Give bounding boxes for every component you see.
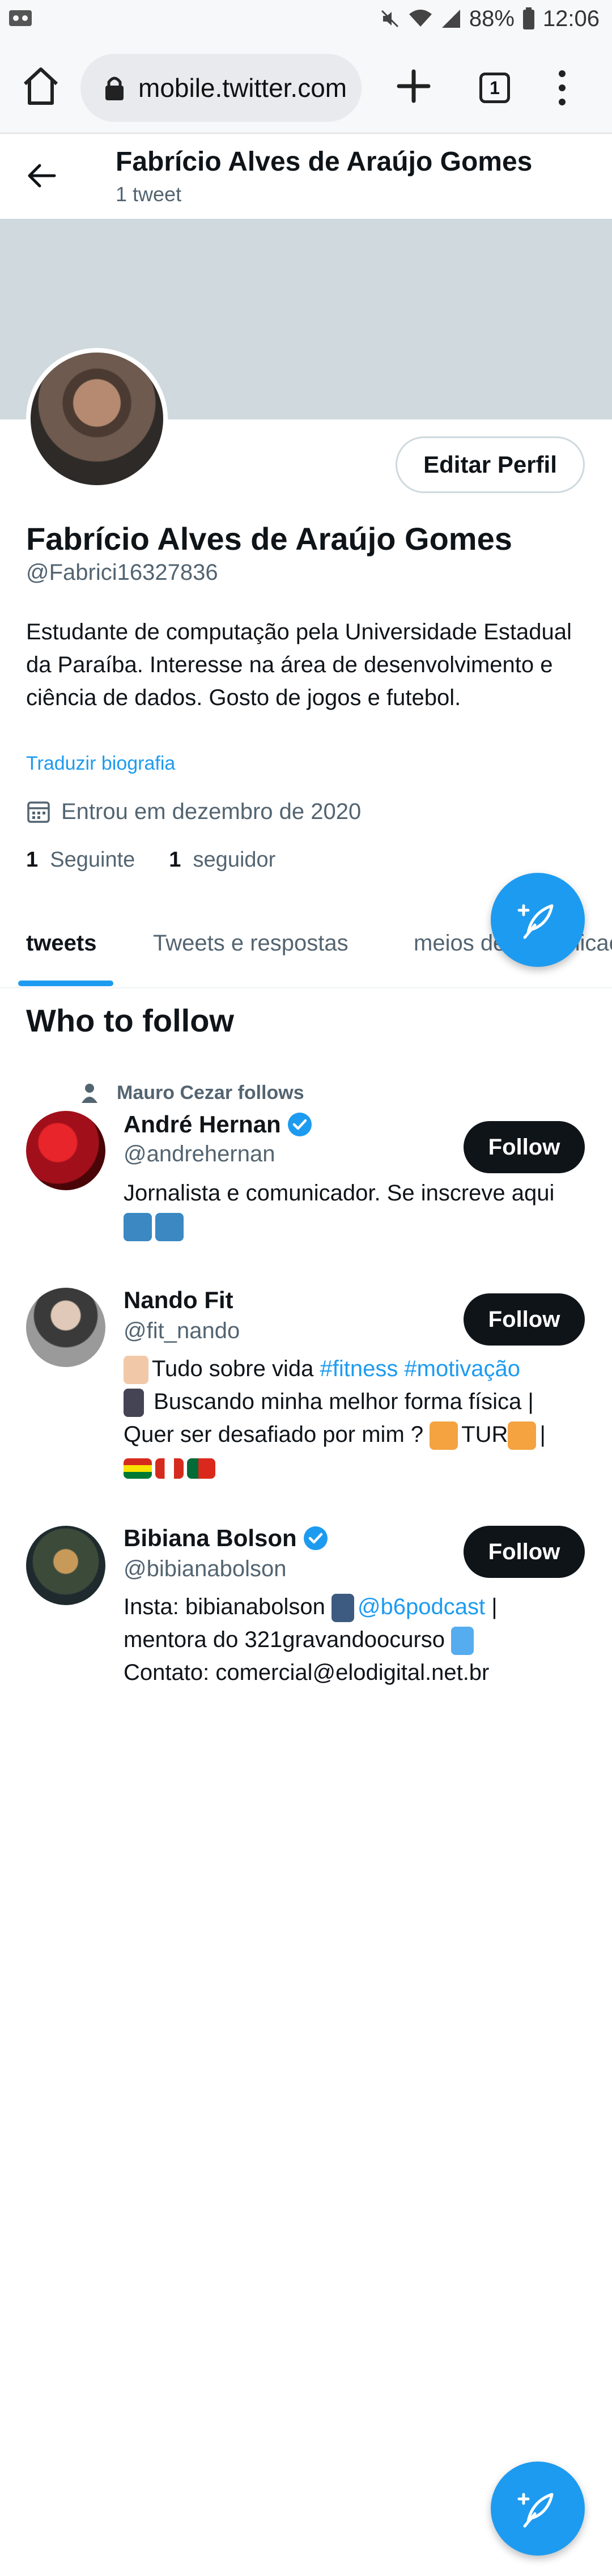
following-link[interactable]: 1 Seguinte (26, 848, 135, 872)
followers-count: 1 (169, 848, 181, 872)
suggestion-name[interactable]: André Hernan (124, 1111, 313, 1138)
suggestion-handle: @fit_nando (124, 1318, 240, 1343)
home-icon[interactable] (19, 65, 62, 108)
suggestion-name[interactable]: Bibiana Bolson (124, 1525, 329, 1552)
suggestion-handle: @bibianabolson (124, 1556, 287, 1581)
header-tweet-count: 1 tweet (116, 183, 182, 206)
profile-avatar[interactable] (26, 348, 168, 490)
speaking-head-emoji-icon (331, 1594, 354, 1623)
compose-tweet-icon (517, 2493, 554, 2528)
browser-toolbar: mobile.twitter.com 1 (0, 40, 612, 134)
profile-handle: @Fabrici16327836 (26, 560, 218, 585)
tab-switcher-button[interactable]: 1 (479, 73, 510, 103)
social-context: Mauro Cezar follows (79, 1080, 304, 1105)
social-context-text: Mauro Cezar follows (117, 1081, 304, 1104)
verified-icon (287, 1113, 312, 1136)
suggestion-bio: Jornalista e comunicador. Se inscreve aq… (124, 1177, 588, 1242)
bolivia-flag-icon (124, 1458, 152, 1479)
profile-top-header: Fabrício Alves de Araújo Gomes 1 tweet (0, 134, 612, 219)
menu-icon[interactable] (551, 68, 573, 108)
follow-button[interactable]: Follow (464, 1526, 585, 1578)
island-emoji-icon (508, 1421, 537, 1450)
status-bar: 88% 12:06 (0, 0, 612, 40)
bio-text: TUR (461, 1422, 508, 1447)
bio-text: Insta: bibianabolson (124, 1594, 332, 1619)
followers-link[interactable]: 1 seguidor (169, 848, 275, 872)
following-count: 1 (26, 848, 39, 872)
person-lifting-emoji-icon (124, 1389, 144, 1418)
compose-tweet-button[interactable] (491, 873, 585, 967)
notification-icon (9, 10, 32, 26)
wifi-icon (409, 10, 432, 27)
avatar[interactable] (26, 1526, 105, 1605)
bio-text: | (539, 1422, 546, 1447)
arrow-down-emoji-icon (124, 1213, 152, 1242)
mobile-arrow-emoji-icon (451, 1627, 474, 1656)
arrow-down-emoji-icon (155, 1213, 184, 1242)
join-date: Entrou em dezembro de 2020 (26, 796, 361, 827)
status-icons: 88% 12:06 (380, 5, 600, 33)
active-tab-indicator (18, 981, 113, 986)
verified-icon (303, 1526, 328, 1550)
header-profile-name: Fabrício Alves de Araújo Gomes (116, 147, 533, 177)
suggestion-handle: @andrehernan (124, 1141, 275, 1166)
tab-tweets-and-replies[interactable]: Tweets e respostas (153, 931, 348, 956)
translate-bio-link[interactable]: Traduzir biografia (26, 753, 175, 775)
bio-text: Quer ser desafiado por mim ? (124, 1422, 430, 1447)
bio-text: | (485, 1594, 498, 1619)
signal-icon (441, 10, 460, 28)
battery-percentage: 88% (469, 6, 515, 31)
suggestion-bio: Tudo sobre vida #fitness #motivação Busc… (124, 1352, 588, 1484)
follow-button[interactable]: Follow (464, 1121, 585, 1173)
bio-text: mentora do 321gravandoocurso (124, 1627, 452, 1652)
suggestion-name-text: André Hernan (124, 1111, 281, 1138)
compose-tweet-icon (517, 904, 554, 939)
portugal-flag-icon (187, 1458, 215, 1479)
bio-hashtags[interactable]: #fitness #motivação (320, 1356, 520, 1381)
bio-mention-link[interactable]: @b6podcast (358, 1594, 485, 1619)
person-icon (82, 1084, 97, 1103)
lock-icon (105, 77, 124, 100)
compose-tweet-button[interactable] (491, 2462, 585, 2556)
suggestion-name-text: Nando Fit (124, 1287, 233, 1313)
avatar[interactable] (26, 1111, 105, 1190)
follow-stats: 1 Seguinte 1 seguidor (26, 848, 275, 872)
flexed-biceps-emoji-icon (124, 1356, 148, 1385)
new-tab-icon[interactable] (391, 63, 436, 109)
followers-label: seguidor (193, 848, 276, 872)
profile-bio: Estudante de computação pela Universidad… (26, 619, 572, 710)
bio-text: Contato: comercial@elodigital.net.br (124, 1660, 490, 1685)
following-label: Seguinte (50, 848, 135, 872)
follow-button[interactable]: Follow (464, 1293, 585, 1346)
avatar[interactable] (26, 1288, 105, 1367)
mute-icon (381, 10, 398, 28)
suggestion-bio-text: Jornalista e comunicador. Se inscreve aq… (124, 1181, 555, 1206)
clock: 12:06 (542, 6, 600, 31)
join-date-text: Entrou em dezembro de 2020 (61, 799, 362, 824)
url-text: mobile.twitter.com (138, 73, 347, 103)
calendar-icon (27, 801, 50, 823)
tab-tweets[interactable]: tweets (26, 931, 97, 956)
island-emoji-icon (430, 1421, 458, 1450)
back-arrow-icon[interactable] (25, 159, 59, 193)
who-to-follow-heading: Who to follow (26, 1003, 234, 1038)
address-bar[interactable]: mobile.twitter.com (80, 54, 362, 122)
bio-text: Tudo sobre vida (152, 1356, 320, 1381)
suggestion-name[interactable]: Nando Fit (124, 1287, 233, 1314)
suggestion-bio: Insta: bibianabolson @b6podcast | mentor… (124, 1590, 588, 1689)
battery-icon (522, 7, 534, 29)
edit-profile-button[interactable]: Editar Perfil (396, 436, 585, 493)
bio-text: Buscando minha melhor forma física | (147, 1389, 534, 1414)
suggestion-name-text: Bibiana Bolson (124, 1525, 297, 1551)
profile-name: Fabrício Alves de Araújo Gomes (26, 521, 512, 557)
peru-flag-icon (155, 1458, 184, 1479)
